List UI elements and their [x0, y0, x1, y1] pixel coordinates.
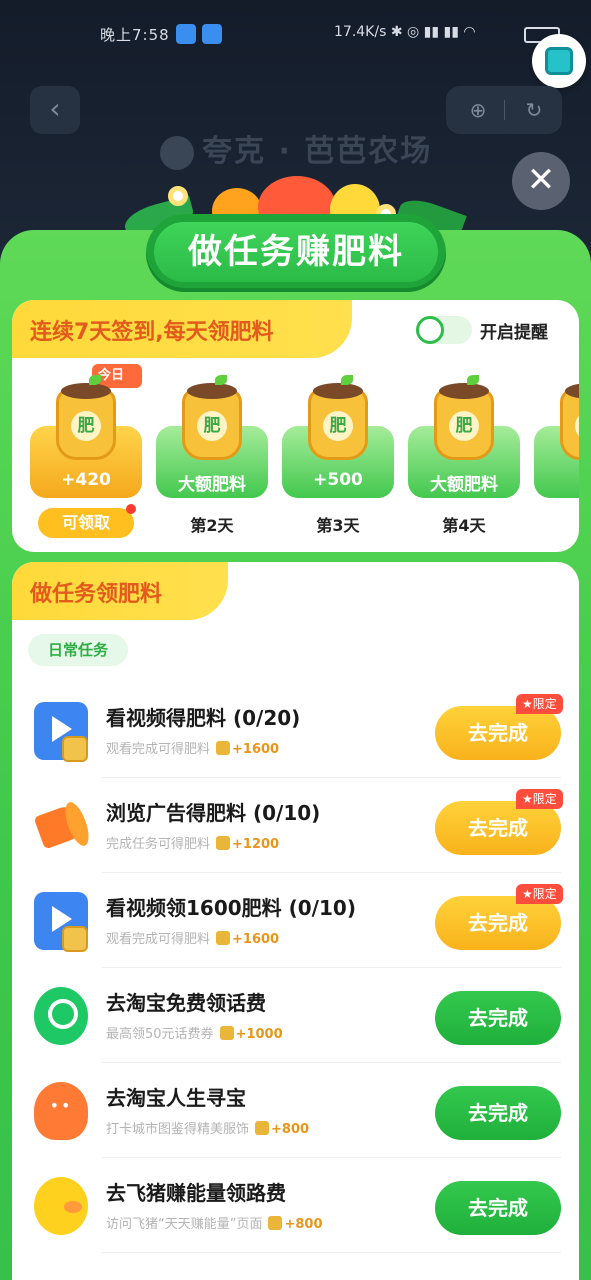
checkin-day: 肥大额肥料第4天 — [408, 300, 520, 540]
task-go-button[interactable]: 去完成 — [435, 706, 561, 760]
fertilizer-mini-icon — [255, 1121, 270, 1135]
task-subtitle: 访问飞猪“天天赚能量”页面 +800 — [106, 1216, 323, 1232]
background-app-title: 夸克 · 芭芭农场 — [160, 126, 432, 170]
task-title: 去淘宝免费领话费 — [106, 991, 266, 1015]
task-title: 看视频领1600肥料 (0/10) — [106, 896, 356, 920]
fertilizer-mini-icon — [268, 1216, 283, 1230]
day-label: 第2天 — [190, 516, 234, 535]
fertilizer-bag-icon: 肥 — [434, 375, 494, 460]
claim-button[interactable]: 可领取 — [38, 504, 136, 538]
task-title: 去飞猪赚能量领路费 — [106, 1181, 286, 1205]
fertilizer-bag-icon: 肥 — [182, 375, 242, 460]
task-subtitle: 打卡城市图鉴得精美服饰 +800 — [106, 1121, 310, 1137]
task-go-button[interactable]: 去完成 — [435, 801, 561, 855]
limited-tag: ★限定 — [516, 789, 563, 809]
notification-icon — [176, 24, 196, 44]
divider — [102, 1252, 561, 1253]
checkin-day: 肥 +500 第3天 — [282, 300, 394, 540]
close-button[interactable]: ✕ — [512, 152, 570, 210]
floating-cube-button[interactable] — [532, 34, 586, 88]
task-go-button[interactable]: 去完成 — [435, 1181, 561, 1235]
bag-mark: 肥 — [449, 411, 479, 441]
sheet-title-banner: 做任务赚肥料 — [146, 214, 446, 292]
video-icon — [34, 702, 88, 762]
task-subtitle: 最高领50元话费券 +1000 — [106, 1026, 283, 1042]
day-amount: 大额肥料 — [178, 475, 246, 495]
fertilizer-mini-icon — [216, 741, 231, 755]
video-icon — [34, 892, 88, 952]
toolbar-pill: ⊕ ↻ — [446, 86, 562, 134]
quark-logo-icon — [160, 135, 194, 170]
fertilizer-mini-icon — [216, 931, 231, 945]
task-subtitle: 完成任务可得肥料 +1200 — [106, 836, 280, 852]
task-title: 浏览广告得肥料 (0/10) — [106, 801, 321, 825]
fliggy-pig-icon — [34, 1177, 88, 1235]
task-row: 去淘宝免费领话费最高领50元话费券 +1000 去完成 — [12, 969, 579, 1063]
status-indicators: 17.4K/s ✱ ◎ ▮▮ ▮▮ ◠ — [334, 24, 476, 40]
task-row: 看视频得肥料 (0/20) 观看完成可得肥料 +1600 去完成 ★限定 — [12, 684, 579, 778]
task-reward: +1600 — [232, 932, 280, 947]
day-amount: + — [534, 470, 579, 490]
phone-bill-icon — [34, 987, 88, 1045]
day-amount: +420 — [61, 470, 111, 490]
task-subtitle: 观看完成可得肥料 +1600 — [106, 741, 280, 757]
fertilizer-mini-icon — [219, 1026, 234, 1040]
tasks-card: 做任务领肥料 日常任务 看视频得肥料 (0/20) 观看完成可得肥料 +1600 去完… — [12, 562, 579, 1280]
task-title: 去淘宝人生寻宝 — [106, 1086, 246, 1110]
limited-tag: ★限定 — [516, 884, 563, 904]
status-bar: 晚上7:58 17.4K/s ✱ ◎ ▮▮ ▮▮ ◠ — [0, 0, 591, 66]
limited-tag: ★限定 — [516, 694, 563, 714]
task-row: 去飞猪赚能量领路费访问飞猪“天天赚能量”页面 +800 去完成 — [12, 1159, 579, 1253]
divider — [504, 100, 505, 120]
tasks-header: 做任务领肥料 — [12, 562, 228, 620]
day-label: 第4天 — [442, 516, 486, 535]
fertilizer-bag-icon: 肥 — [560, 383, 579, 460]
checkin-day: 肥 + 第 — [534, 300, 579, 540]
task-go-button[interactable]: 去完成 — [435, 896, 561, 950]
day-label: 第3天 — [316, 516, 360, 535]
task-reward: +800 — [284, 1217, 323, 1232]
day-label: 第 — [534, 512, 579, 536]
fertilizer-bag-icon: 肥 — [56, 375, 116, 460]
task-reward: +1600 — [232, 742, 280, 757]
day-amount: +500 — [313, 470, 363, 490]
tasks-title: 做任务领肥料 — [30, 582, 163, 607]
task-title: 看视频得肥料 (0/20) — [106, 706, 301, 730]
daily-tasks-tab[interactable]: 日常任务 — [28, 634, 128, 666]
task-go-button[interactable]: 去完成 — [435, 991, 561, 1045]
day-amount: 大额肥料 — [430, 475, 498, 495]
task-row: 看视频领1600肥料 (0/10) 观看完成可得肥料 +1600 去完成 ★限定 — [12, 874, 579, 968]
task-go-button[interactable]: 去完成 — [435, 1086, 561, 1140]
refresh-icon[interactable]: ↻ — [522, 98, 546, 122]
task-row: 去淘宝人生寻宝打卡城市图鉴得精美服饰+800 去完成 — [12, 1064, 579, 1158]
fertilizer-mini-icon — [216, 836, 231, 850]
divider — [102, 1062, 561, 1063]
task-subtitle: 观看完成可得肥料 +1600 — [106, 931, 280, 947]
fertilizer-bag-icon: 肥 — [308, 375, 368, 460]
checkin-day: 肥大额肥料第2天 — [156, 300, 268, 540]
checkin-card: 连续7天签到,每天领肥料 开启提醒 今日肥料肥+420可领取肥大额肥料第2天肥+… — [12, 300, 579, 552]
task-row: 浏览广告得肥料 (0/10) 完成任务可得肥料 +1200 去完成 ★限定 — [12, 779, 579, 873]
status-time: 晚上7:58 — [100, 26, 170, 44]
checkin-day[interactable]: 今日肥料肥+420可领取 — [30, 300, 142, 540]
divider — [102, 1157, 561, 1158]
sheet-title: 做任务赚肥料 — [154, 222, 438, 282]
heart-icon — [34, 1082, 88, 1140]
bag-mark: 肥 — [197, 411, 227, 441]
megaphone-icon — [33, 797, 94, 855]
bag-mark: 肥 — [323, 411, 353, 441]
add-to-home-icon[interactable]: ⊕ — [466, 98, 490, 122]
task-reward: +800 — [271, 1122, 310, 1137]
cube-icon — [545, 47, 573, 75]
back-button[interactable]: ‹ — [30, 86, 80, 134]
divider — [102, 777, 561, 778]
divider — [102, 967, 561, 968]
task-reward: +1200 — [232, 837, 280, 852]
red-dot-badge — [126, 504, 136, 514]
notification-icon — [202, 24, 222, 44]
divider — [102, 872, 561, 873]
task-reward: +1000 — [235, 1027, 283, 1042]
bag-mark: 肥 — [71, 411, 101, 441]
bag-mark: 肥 — [575, 411, 579, 441]
